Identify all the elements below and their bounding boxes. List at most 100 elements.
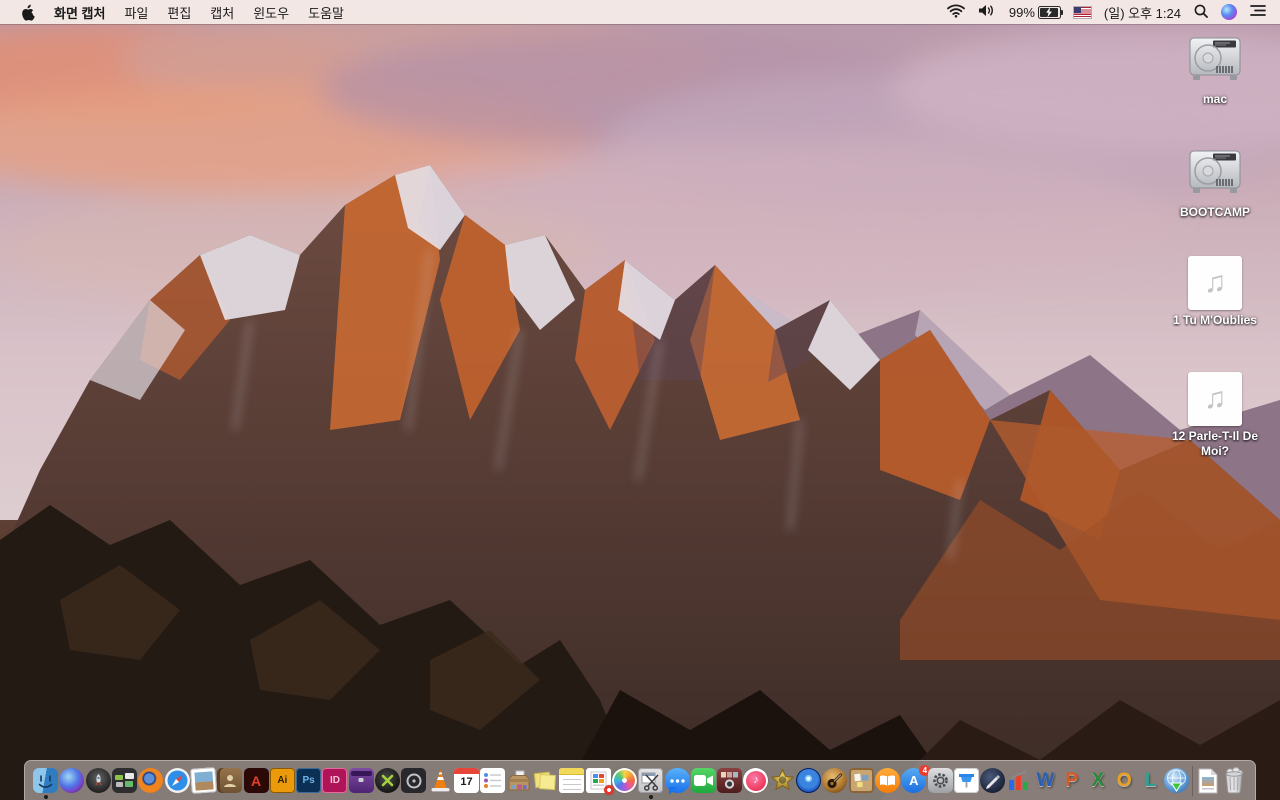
illustrator-icon: Ai	[269, 768, 295, 793]
reminders-icon	[480, 768, 506, 793]
stickies-icon	[533, 768, 558, 793]
lync-glyph: L	[1144, 770, 1157, 791]
dock-item-photos[interactable]	[611, 763, 637, 799]
desktop-icon-bootcamp[interactable]: BOOTCAMP	[1155, 149, 1275, 220]
dock-item-outlook[interactable]: O	[1112, 763, 1137, 799]
vlc-cone-icon	[428, 768, 453, 793]
battery-status[interactable]: 99%	[1009, 5, 1063, 20]
preview-photo-icon	[190, 767, 217, 794]
wifi-icon[interactable]	[946, 4, 965, 21]
outlook-icon: O	[1112, 768, 1137, 793]
dock-item-archive-utility[interactable]	[507, 763, 532, 799]
powerpoint-icon: P	[1059, 768, 1084, 793]
dock-item-reminders[interactable]	[480, 763, 506, 799]
illustrator-glyph: Ai	[277, 774, 288, 786]
contacts-book-icon	[217, 768, 243, 793]
calendar-day: 17	[460, 776, 473, 788]
dock-item-download-manager[interactable]	[1164, 763, 1190, 799]
dock-item-keynote[interactable]	[953, 763, 979, 799]
garageband-guitar-icon	[822, 768, 848, 793]
dock-item-calendar[interactable]: 17	[454, 763, 479, 799]
desktop-icon-audio-file-2[interactable]: ♫ 12 Parle-T-Il De Moi?	[1155, 372, 1275, 459]
dock-item-contacts[interactable]	[217, 763, 243, 799]
notification-center-icon[interactable]	[1250, 4, 1266, 20]
dock-item-quicksilver[interactable]	[375, 763, 401, 799]
dock-item-photo-booth[interactable]	[717, 763, 743, 799]
dock-item-powerpoint[interactable]: P	[1059, 763, 1084, 799]
volume-icon[interactable]	[978, 4, 996, 20]
spotlight-search-icon[interactable]	[1194, 4, 1208, 21]
trash-full-icon	[1221, 767, 1246, 794]
dock-item-firefox[interactable]	[138, 763, 164, 799]
keynote-podium-icon	[953, 768, 979, 793]
dock-item-facetime[interactable]	[690, 763, 716, 799]
dock-item-garageband[interactable]	[822, 763, 848, 799]
dock-item-toolbox[interactable]	[348, 763, 374, 799]
installer-document-icon	[585, 768, 614, 795]
dock-item-image-file[interactable]	[1195, 763, 1220, 799]
menu-file[interactable]: 파일	[124, 3, 148, 22]
toolbox-icon	[348, 768, 374, 793]
dock-item-notes[interactable]	[559, 763, 585, 799]
acrobat-reader-icon: A	[243, 768, 269, 793]
dock-item-launchpad[interactable]	[85, 763, 111, 799]
dock-item-grab[interactable]	[638, 763, 664, 799]
dock-item-word[interactable]: W	[1033, 763, 1058, 799]
excel-icon: X	[1086, 768, 1111, 793]
finder-icon	[33, 768, 58, 793]
wallpaper-sierra-mountain	[0, 0, 1280, 800]
itunes-icon: ♪	[743, 768, 769, 793]
desktop-icon-audio-file-1[interactable]: ♫ 1 Tu M'Oublies	[1155, 256, 1275, 328]
desktop-icon-label: BOOTCAMP	[1180, 205, 1250, 219]
dock-item-app-store[interactable]: A4	[901, 763, 931, 799]
dock-item-messages[interactable]	[664, 763, 690, 799]
dock: A Ai Ps ID 17 ♪ A4 W P X O L	[24, 760, 1256, 800]
archive-box-icon	[507, 768, 532, 793]
menu-capture[interactable]: 캡처	[210, 3, 234, 22]
menu-window[interactable]: 윈도우	[253, 3, 289, 22]
dock-item-lync[interactable]: L	[1138, 763, 1163, 799]
notes-pad-icon	[559, 768, 585, 793]
siri-icon[interactable]	[1221, 4, 1237, 20]
us-flag-input-source-icon[interactable]	[1072, 5, 1092, 19]
dock-item-vlc[interactable]	[428, 763, 453, 799]
dock-item-finder[interactable]	[33, 763, 58, 799]
itunes-note-glyph: ♪	[753, 774, 759, 786]
dock-item-disk-tool[interactable]	[401, 763, 427, 799]
photoshop-glyph: Ps	[302, 774, 315, 786]
calendar-icon: 17	[454, 768, 479, 793]
indesign-icon: ID	[322, 768, 348, 793]
dock-item-corkboard[interactable]	[848, 763, 874, 799]
dock-item-indesign[interactable]: ID	[322, 763, 348, 799]
dock-item-mission-control[interactable]	[111, 763, 137, 799]
dock-item-installer-doc[interactable]	[585, 763, 614, 799]
menu-app-name[interactable]: 화면 캡처	[54, 3, 105, 22]
dock-item-pages[interactable]	[980, 763, 1006, 799]
download-globe-icon	[1164, 768, 1190, 793]
dock-item-photoshop[interactable]: Ps	[296, 763, 322, 799]
dock-item-system-preferences[interactable]	[927, 763, 953, 799]
dock-item-imovie[interactable]	[770, 763, 795, 799]
dock-item-illustrator[interactable]: Ai	[269, 763, 295, 799]
dock-item-safari[interactable]	[164, 763, 190, 799]
dock-item-office-chart[interactable]	[1007, 763, 1032, 799]
dock-item-itunes[interactable]: ♪	[743, 763, 769, 799]
dock-item-trash[interactable]	[1221, 763, 1246, 799]
music-note-icon: ♫	[1188, 372, 1242, 426]
dock-item-ibooks[interactable]	[875, 763, 900, 799]
dock-item-excel[interactable]: X	[1086, 763, 1111, 799]
dock-item-stickies[interactable]	[533, 763, 558, 799]
dock-item-acrobat[interactable]: A	[243, 763, 269, 799]
desktop-icon-label: 12 Parle-T-Il De Moi?	[1171, 429, 1259, 458]
menu-help[interactable]: 도움말	[308, 3, 344, 22]
dock-item-siri[interactable]	[59, 763, 85, 799]
word-glyph: W	[1036, 770, 1055, 791]
dock-item-preview[interactable]	[190, 763, 217, 799]
menu-edit[interactable]: 편집	[167, 3, 191, 22]
apple-menu[interactable]	[21, 4, 35, 21]
facetime-camera-icon	[690, 768, 716, 793]
quicksilver-icon	[375, 768, 401, 793]
desktop-icon-mac[interactable]: mac	[1155, 36, 1275, 107]
menu-bar-clock[interactable]: (일) 오후 1:24	[1104, 3, 1181, 22]
dock-item-disc-app[interactable]	[796, 763, 822, 799]
